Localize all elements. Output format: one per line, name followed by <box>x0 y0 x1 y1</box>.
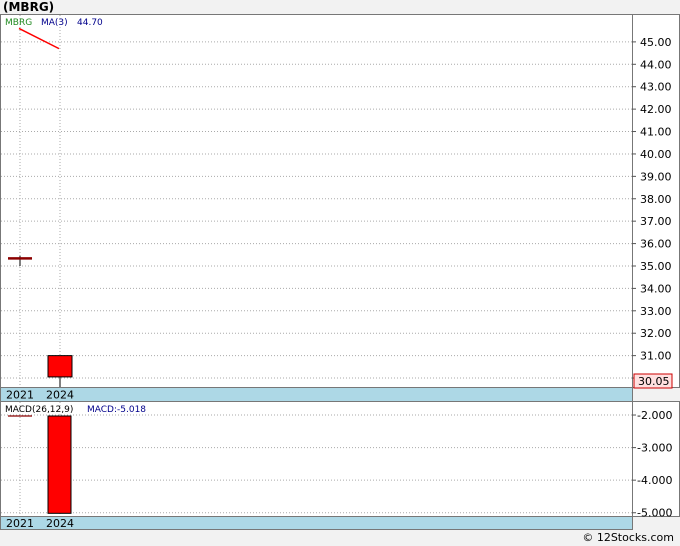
macd-plot-background <box>0 401 633 517</box>
last-price-label: 30.05 <box>638 375 670 388</box>
candle-body <box>47 355 73 378</box>
price-legend: MBRG MA(3) 44.70 <box>5 18 103 28</box>
candle-body <box>8 257 32 260</box>
legend-ma-value: 44.70 <box>77 18 103 28</box>
price-tick-label: 40.00 <box>640 148 672 161</box>
chart-title: (MBRG) <box>3 0 55 14</box>
price-tick-label: 38.00 <box>640 193 672 206</box>
macd-date-label: 2024 <box>46 517 74 530</box>
price-date-label: 2021 <box>6 389 34 402</box>
price-tick-label: 32.00 <box>640 327 672 340</box>
macd-date-label: 2021 <box>6 517 34 530</box>
price-tick-label: 35.00 <box>640 260 672 273</box>
price-date-label: 2024 <box>46 389 74 402</box>
macd-tick-label: -3.000 <box>637 442 672 455</box>
price-tick-label: 41.00 <box>640 126 672 139</box>
price-tick-label: 36.00 <box>640 238 672 251</box>
price-tick-label: 39.00 <box>640 170 672 183</box>
legend-ma-label: MA(3) <box>41 18 68 28</box>
price-tick-label: 34.00 <box>640 282 672 295</box>
price-tick-label: 43.00 <box>640 81 672 94</box>
legend-symbol: MBRG <box>5 18 32 28</box>
price-tick-label: 45.00 <box>640 36 672 49</box>
macd-legend-label: MACD(26,12,9) <box>5 405 73 415</box>
macd-chart: -2.000 -3.000 -4.000 -5.000 2021 2024 MACD(2… <box>0 401 680 530</box>
price-date-band <box>0 387 633 402</box>
macd-tick-label: -4.000 <box>637 474 672 487</box>
price-tick-label: 37.00 <box>640 215 672 228</box>
macd-tick-label: -2.000 <box>637 409 672 422</box>
price-chart: 30.0031.0032.0033.0034.0035.0036.0037.00… <box>0 14 680 402</box>
price-tick-label: 44.00 <box>640 58 672 71</box>
macd-legend-value: MACD:-5.018 <box>87 405 146 415</box>
macd-date-band <box>0 516 633 530</box>
price-tick-label: 42.00 <box>640 103 672 116</box>
credit-text: © 12Stocks.com <box>582 531 674 544</box>
price-tick-label: 31.00 <box>640 350 672 363</box>
macd-tick-label: -5.000 <box>637 507 672 520</box>
price-tick-label: 33.00 <box>640 305 672 318</box>
price-plot-background <box>0 14 633 388</box>
macd-bar <box>47 415 72 514</box>
